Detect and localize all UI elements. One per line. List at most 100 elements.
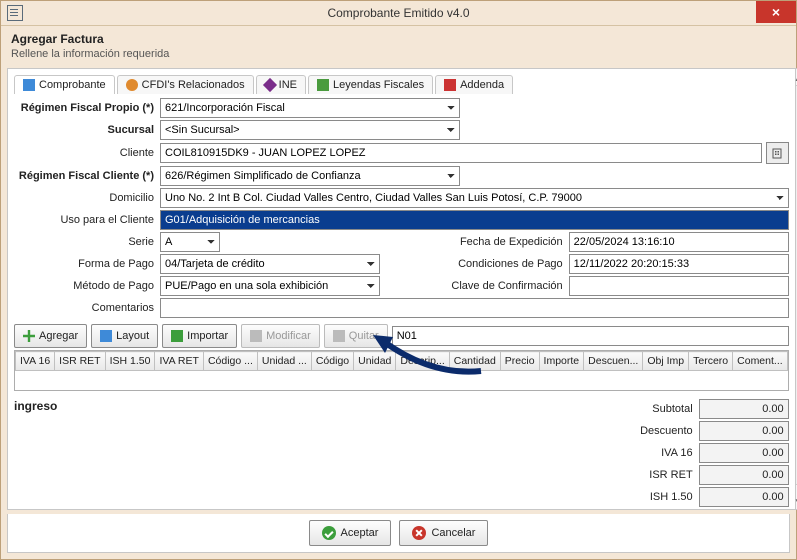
tab-cfdi[interactable]: CFDI's Relacionados <box>117 75 254 94</box>
uso-cliente-select[interactable]: G01/Adquisición de mercancias <box>160 210 789 230</box>
total-value: 0.00 <box>699 465 789 485</box>
doc-icon <box>23 79 35 91</box>
clave-conf-input[interactable] <box>569 276 789 296</box>
modificar-button[interactable]: Modificar <box>241 324 320 348</box>
import-icon <box>171 330 183 342</box>
lbl-serie: Serie <box>14 236 160 248</box>
cancelar-button[interactable]: Cancelar <box>399 520 488 546</box>
grid-col[interactable]: Importe <box>539 352 584 371</box>
x-icon <box>412 526 426 540</box>
edit-icon <box>250 330 262 342</box>
layout-icon <box>100 330 112 342</box>
items-toolbar: Agregar Layout Importar Modificar Quitar <box>14 324 789 348</box>
addenda-icon <box>444 79 456 91</box>
page-title: Agregar Factura <box>11 32 786 46</box>
plus-icon <box>23 330 35 342</box>
lbl-regimen-cliente: Régimen Fiscal Cliente (*) <box>14 170 160 182</box>
diamond-icon <box>263 78 277 92</box>
building-icon <box>771 147 783 159</box>
grid-col[interactable]: Descuen... <box>584 352 643 371</box>
item-search-input[interactable] <box>392 326 789 346</box>
total-label: ISH 1.50 <box>603 491 699 503</box>
titlebar: Comprobante Emitido v4.0 × <box>1 1 796 26</box>
serie-select[interactable]: A <box>160 232 220 252</box>
grid-col[interactable]: Tercero <box>689 352 733 371</box>
grid-col[interactable]: Precio <box>500 352 539 371</box>
forma-pago-select[interactable]: 04/Tarjeta de crédito <box>160 254 380 274</box>
grid-col[interactable]: ISR RET <box>55 352 105 371</box>
form: Régimen Fiscal Propio (*)621/Incorporaci… <box>14 98 789 318</box>
total-row: Descuento0.00 <box>603 421 789 441</box>
tab-comprobante[interactable]: Comprobante <box>14 75 115 94</box>
tab-leyendas[interactable]: Leyendas Fiscales <box>308 75 433 94</box>
cliente-input[interactable] <box>160 143 762 163</box>
sucursal-select[interactable]: <Sin Sucursal> <box>160 120 460 140</box>
lbl-cliente: Cliente <box>14 147 160 159</box>
total-value: 0.00 <box>699 421 789 441</box>
note-icon <box>317 79 329 91</box>
comentarios-input[interactable] <box>160 298 789 318</box>
header: Agregar Factura Rellene la información r… <box>1 26 796 68</box>
grid-col[interactable]: Coment... <box>733 352 788 371</box>
total-label: Subtotal <box>603 403 699 415</box>
grid-col[interactable]: Código <box>311 352 353 371</box>
check-icon <box>322 526 336 540</box>
page-subtitle: Rellene la información requerida <box>11 48 786 60</box>
lbl-cond-pago: Condiciones de Pago <box>423 258 569 270</box>
type-label: ingreso <box>14 399 57 509</box>
lbl-uso-cliente: Uso para el Cliente <box>14 214 160 226</box>
lbl-sucursal: Sucursal <box>14 124 160 136</box>
lbl-metodo-pago: Método de Pago <box>14 280 160 292</box>
total-label: ISR RET <box>603 469 699 481</box>
grid-col[interactable]: Obj Imp <box>643 352 689 371</box>
tab-addenda[interactable]: Addenda <box>435 75 513 94</box>
total-label: IVA 16 <box>603 447 699 459</box>
main-panel: Comprobante CFDI's Relacionados INE Leye… <box>7 68 796 510</box>
total-row: ISH 1.500.00 <box>603 487 789 507</box>
grid-col[interactable]: Cantidad <box>449 352 500 371</box>
total-row: ISR RET0.00 <box>603 465 789 485</box>
grid-col[interactable]: Código ... <box>203 352 257 371</box>
grid-col[interactable]: IVA RET <box>155 352 203 371</box>
layout-button[interactable]: Layout <box>91 324 158 348</box>
lbl-domicilio: Domicilio <box>14 192 160 204</box>
fecha-exp-input[interactable] <box>569 232 789 252</box>
total-row: Subtotal0.00 <box>603 399 789 419</box>
grid-col[interactable]: Unidad ... <box>257 352 311 371</box>
items-grid[interactable]: IVA 16ISR RETISH 1.50IVA RETCódigo ...Un… <box>14 350 789 391</box>
delete-icon <box>333 330 345 342</box>
regimen-propio-select[interactable]: 621/Incorporación Fiscal <box>160 98 460 118</box>
domicilio-select[interactable]: Uno No. 2 Int B Col. Ciudad Valles Centr… <box>160 188 789 208</box>
tab-ine[interactable]: INE <box>256 75 306 94</box>
total-value: 0.00 <box>699 399 789 419</box>
app-icon <box>7 5 23 21</box>
grid-col[interactable]: Unidad <box>354 352 396 371</box>
metodo-pago-select[interactable]: PUE/Pago en una sola exhibición <box>160 276 380 296</box>
lbl-clave-conf: Clave de Confirmación <box>423 280 569 292</box>
regimen-cliente-select[interactable]: 626/Régimen Simplificado de Confianza <box>160 166 460 186</box>
grid-col[interactable]: Descrip... <box>396 352 449 371</box>
window-title: Comprobante Emitido v4.0 <box>327 6 469 20</box>
cliente-lookup-button[interactable] <box>766 142 789 164</box>
footer: Aceptar Cancelar <box>7 514 790 553</box>
lbl-comentarios: Comentarios <box>14 302 160 314</box>
lbl-regimen-propio: Régimen Fiscal Propio (*) <box>14 102 160 114</box>
quitar-button[interactable]: Quitar <box>324 324 388 348</box>
total-row: IVA 160.00 <box>603 443 789 463</box>
agregar-button[interactable]: Agregar <box>14 324 87 348</box>
total-value: 0.00 <box>699 487 789 507</box>
total-value: 0.00 <box>699 443 789 463</box>
cond-pago-input[interactable] <box>569 254 789 274</box>
tabs: Comprobante CFDI's Relacionados INE Leye… <box>14 75 789 94</box>
lbl-fecha-exp: Fecha de Expedición <box>423 236 569 248</box>
lbl-forma-pago: Forma de Pago <box>14 258 160 270</box>
totals: Subtotal0.00Descuento0.00IVA 160.00ISR R… <box>603 399 789 509</box>
importar-button[interactable]: Importar <box>162 324 237 348</box>
total-label: Descuento <box>603 425 699 437</box>
grid-col[interactable]: IVA 16 <box>16 352 55 371</box>
aceptar-button[interactable]: Aceptar <box>309 520 392 546</box>
grid-col[interactable]: ISH 1.50 <box>105 352 155 371</box>
window: Comprobante Emitido v4.0 × Agregar Factu… <box>0 0 797 560</box>
close-button[interactable]: × <box>756 1 796 23</box>
link-icon <box>126 79 138 91</box>
